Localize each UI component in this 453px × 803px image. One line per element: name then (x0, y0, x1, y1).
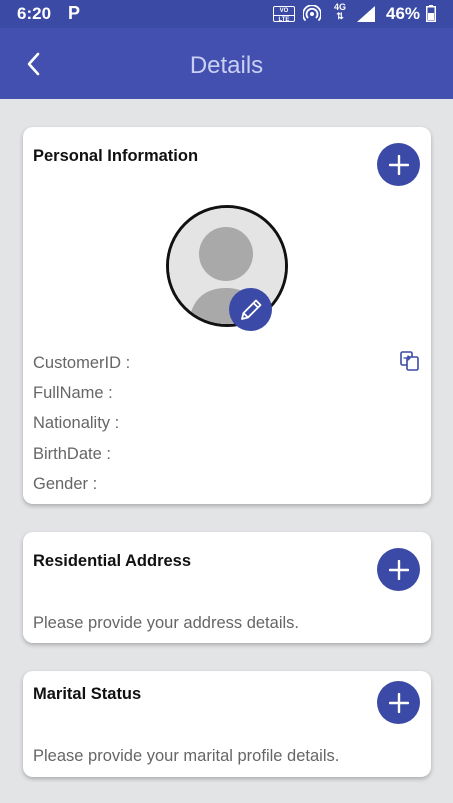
marital-status-title: Marital Status (33, 685, 142, 703)
data-arrows-icon: ⇅ (336, 11, 344, 21)
volte-top-label: VO (279, 8, 289, 14)
plus-icon (388, 692, 409, 713)
edit-photo-button[interactable] (229, 288, 272, 331)
app-bar: Details (0, 28, 453, 99)
app-indicator-icon: P (68, 3, 81, 23)
copy-icon[interactable] (399, 350, 421, 372)
marital-status-description: Please provide your marital profile deta… (33, 747, 340, 765)
nationality-label: Nationality : (33, 414, 120, 432)
full-name-label: FullName : (33, 384, 113, 402)
residential-address-description: Please provide your address details. (33, 614, 299, 632)
battery-percentage: 46% (386, 4, 421, 23)
status-time: 6:20 (17, 4, 52, 23)
residential-address-title: Residential Address (33, 552, 192, 570)
add-personal-information-button[interactable] (377, 143, 420, 186)
birth-date-label: BirthDate : (33, 445, 111, 463)
marital-status-card: Marital Status Please provide your marit… (23, 671, 431, 777)
add-residential-address-button[interactable] (377, 548, 420, 591)
personal-information-card: Personal Information CustomerID : FullNa… (23, 127, 431, 504)
residential-address-card: Residential Address Please provide your … (23, 532, 431, 643)
customer-id-label: CustomerID : (33, 354, 131, 372)
plus-icon (388, 559, 409, 580)
page-title: Details (189, 52, 264, 79)
volte-bottom-label: LTE (274, 15, 294, 23)
personal-information-title: Personal Information (33, 147, 199, 165)
status-bar: 6:20 P VO LTE 4G ⇅ 46% (0, 0, 453, 28)
add-marital-status-button[interactable] (377, 681, 420, 724)
pencil-icon (240, 299, 261, 320)
network-type-icon: 4G ⇅ (332, 3, 348, 21)
plus-icon (388, 154, 409, 175)
battery-icon (426, 5, 436, 22)
volte-icon: VO LTE (273, 6, 295, 23)
hotspot-icon (303, 5, 321, 22)
signal-icon (357, 6, 375, 22)
gender-label: Gender : (33, 475, 98, 493)
